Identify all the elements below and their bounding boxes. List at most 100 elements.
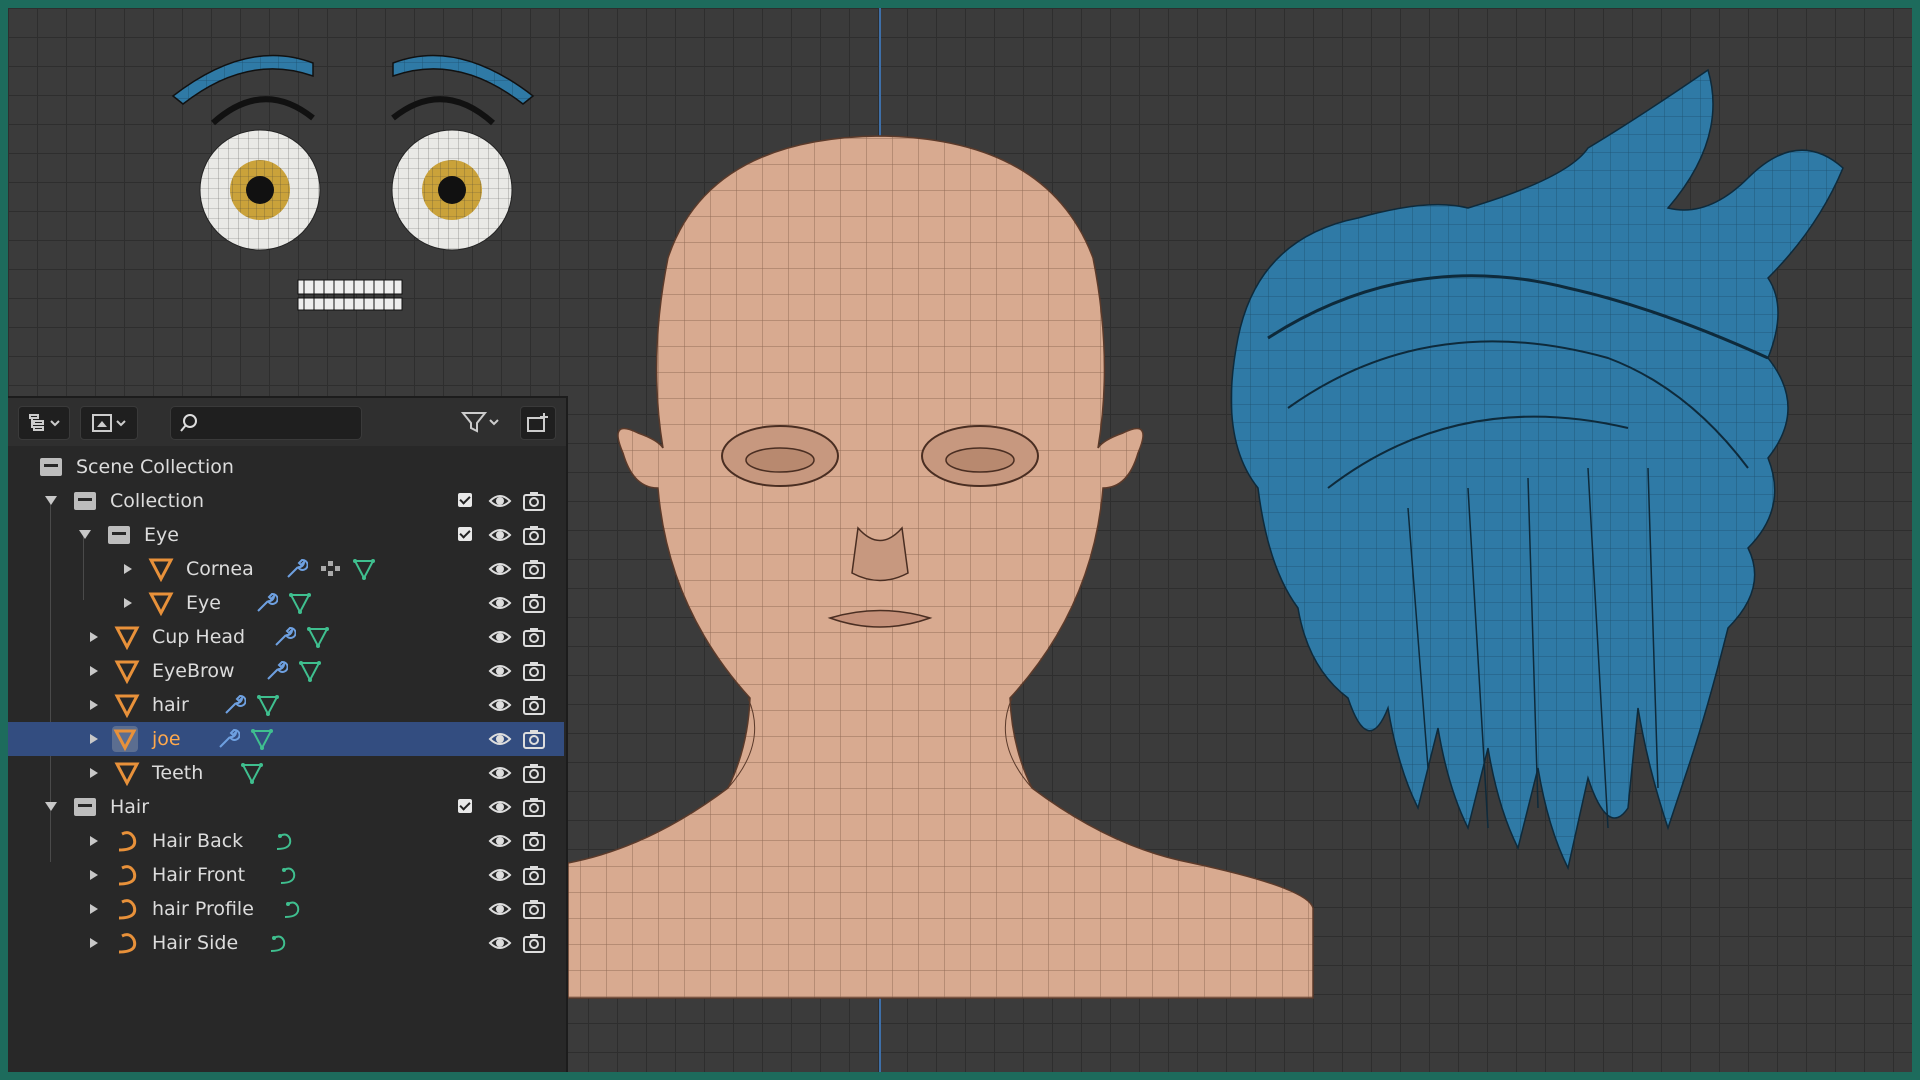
collection-icon <box>74 492 96 510</box>
camera-icon[interactable] <box>522 931 546 955</box>
viewport[interactable]: Scene Collection Collection Eye Cornea E… <box>8 8 1912 1072</box>
outliner-row-teeth[interactable]: Teeth <box>8 756 564 790</box>
curve-data-icon[interactable] <box>276 863 300 887</box>
eye-icon[interactable] <box>488 523 512 547</box>
row-label: Cup Head <box>152 626 246 648</box>
outliner-row-cup-head[interactable]: Cup Head <box>8 620 564 654</box>
expand-toggle[interactable] <box>90 632 98 642</box>
eye-icon[interactable] <box>488 897 512 921</box>
expand-toggle[interactable] <box>79 530 91 539</box>
eye-icon[interactable] <box>488 727 512 751</box>
mesh-data-icon[interactable] <box>306 625 330 649</box>
expand-toggle[interactable] <box>45 802 57 811</box>
outliner-row-eye-object[interactable]: Eye <box>8 586 564 620</box>
camera-icon[interactable] <box>522 761 546 785</box>
curve-data-icon[interactable] <box>280 897 304 921</box>
filter-button[interactable] <box>456 406 508 438</box>
checkbox-icon[interactable] <box>458 493 472 507</box>
mesh-data-icon[interactable] <box>250 727 274 751</box>
mesh-icon <box>114 762 140 786</box>
expand-toggle[interactable] <box>124 564 132 574</box>
eye-icon[interactable] <box>488 829 512 853</box>
eye-icon[interactable] <box>488 659 512 683</box>
mesh-icon <box>114 660 140 684</box>
camera-icon[interactable] <box>522 659 546 683</box>
outliner-row-cornea[interactable]: Cornea <box>8 552 564 586</box>
new-collection-button[interactable] <box>520 406 556 440</box>
eye-icon[interactable] <box>488 591 512 615</box>
camera-icon[interactable] <box>522 829 546 853</box>
camera-icon[interactable] <box>522 897 546 921</box>
wrench-icon[interactable] <box>222 693 246 717</box>
mesh-data-icon[interactable] <box>288 591 312 615</box>
wrench-icon[interactable] <box>284 557 308 581</box>
checkbox-icon[interactable] <box>458 799 472 813</box>
hair-mesh <box>1230 68 1844 871</box>
eye-icon[interactable] <box>488 863 512 887</box>
expand-toggle[interactable] <box>90 870 98 880</box>
wrench-icon[interactable] <box>272 625 296 649</box>
expand-toggle[interactable] <box>90 938 98 948</box>
outliner-row-joe[interactable]: joe <box>8 722 564 756</box>
expand-toggle[interactable] <box>90 768 98 778</box>
outliner-row-scene-collection[interactable]: Scene Collection <box>8 450 564 484</box>
row-label: Hair <box>110 796 150 818</box>
particles-icon[interactable] <box>318 557 342 581</box>
camera-icon[interactable] <box>522 489 546 513</box>
outliner-row-eyebrow[interactable]: EyeBrow <box>8 654 564 688</box>
mesh-data-icon[interactable] <box>298 659 322 683</box>
eye-icon[interactable] <box>488 557 512 581</box>
outliner-row-hair-object[interactable]: hair <box>8 688 564 722</box>
head-mesh <box>567 135 1314 999</box>
outliner-row-hair-collection[interactable]: Hair <box>8 790 564 824</box>
eye-icon[interactable] <box>488 795 512 819</box>
collection-icon <box>74 798 96 816</box>
camera-icon[interactable] <box>522 523 546 547</box>
eye-icon[interactable] <box>488 761 512 785</box>
wrench-icon[interactable] <box>254 591 278 615</box>
checkbox-icon[interactable] <box>458 527 472 541</box>
outliner-row-hair-back[interactable]: Hair Back <box>8 824 564 858</box>
expand-toggle[interactable] <box>90 836 98 846</box>
mesh-icon <box>114 626 140 650</box>
collection-icon <box>108 526 130 544</box>
curve-data-icon[interactable] <box>272 829 296 853</box>
eye-icon[interactable] <box>488 693 512 717</box>
camera-icon[interactable] <box>522 727 546 751</box>
camera-icon[interactable] <box>522 591 546 615</box>
camera-icon[interactable] <box>522 795 546 819</box>
camera-icon[interactable] <box>522 625 546 649</box>
expand-toggle[interactable] <box>90 666 98 676</box>
outliner-panel: Scene Collection Collection Eye Cornea E… <box>8 396 568 1072</box>
outliner-row-hair-side[interactable]: Hair Side <box>8 926 564 960</box>
expand-toggle[interactable] <box>45 496 57 505</box>
eye-icon[interactable] <box>488 625 512 649</box>
eye-icon[interactable] <box>488 931 512 955</box>
outliner-row-hair-front[interactable]: Hair Front <box>8 858 564 892</box>
expand-toggle[interactable] <box>124 598 132 608</box>
outliner-row-eye-collection[interactable]: Eye <box>8 518 564 552</box>
search-input[interactable] <box>170 406 362 440</box>
eye-mesh-right <box>391 129 513 251</box>
row-label: hair <box>152 694 189 716</box>
expand-toggle[interactable] <box>90 700 98 710</box>
wrench-icon[interactable] <box>264 659 288 683</box>
outliner-display-mode-button[interactable] <box>18 406 70 440</box>
curve-icon <box>118 865 137 886</box>
camera-icon[interactable] <box>522 557 546 581</box>
camera-icon[interactable] <box>522 863 546 887</box>
outliner-row-collection[interactable]: Collection <box>8 484 564 518</box>
view-layer-button[interactable] <box>80 406 138 440</box>
mesh-data-icon[interactable] <box>256 693 280 717</box>
mesh-data-icon[interactable] <box>240 761 264 785</box>
expand-toggle[interactable] <box>90 734 98 744</box>
camera-icon[interactable] <box>522 693 546 717</box>
mesh-data-icon[interactable] <box>352 557 376 581</box>
expand-toggle[interactable] <box>90 904 98 914</box>
outliner-row-hair-profile[interactable]: hair Profile <box>8 892 564 926</box>
eye-icon[interactable] <box>488 489 512 513</box>
row-label: Eye <box>186 592 221 614</box>
curve-data-icon[interactable] <box>266 931 290 955</box>
row-label: Cornea <box>186 558 254 580</box>
wrench-icon[interactable] <box>216 727 240 751</box>
